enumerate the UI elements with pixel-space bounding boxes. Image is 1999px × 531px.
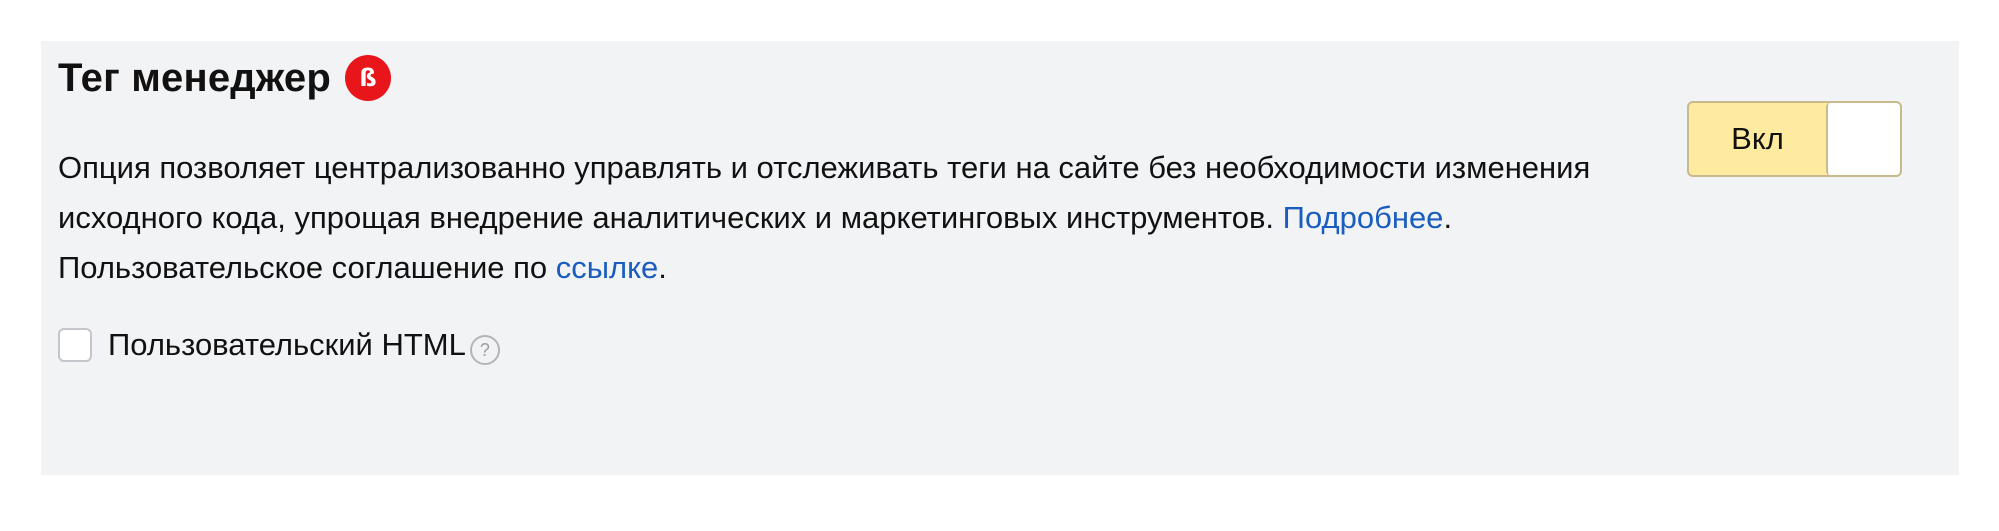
description-end: . — [658, 250, 667, 285]
more-link[interactable]: Подробнее — [1283, 200, 1444, 235]
custom-html-checkbox[interactable] — [58, 328, 92, 362]
section-description: Опция позволяет централизованно управлят… — [58, 143, 1618, 293]
tag-manager-toggle[interactable]: Вкл — [1687, 101, 1902, 177]
toggle-knob — [1826, 103, 1900, 175]
section-title: Тег менеджер — [58, 55, 332, 100]
beta-badge-icon: ß — [345, 55, 392, 101]
help-icon[interactable]: ? — [469, 335, 500, 365]
agreement-link[interactable]: ссылке — [556, 250, 659, 285]
section-header: Тег менеджер ß — [58, 55, 392, 101]
custom-html-option: Пользовательский HTML ? — [58, 327, 500, 365]
toggle-label: Вкл — [1731, 121, 1784, 156]
custom-html-label[interactable]: Пользовательский HTML — [108, 327, 466, 363]
